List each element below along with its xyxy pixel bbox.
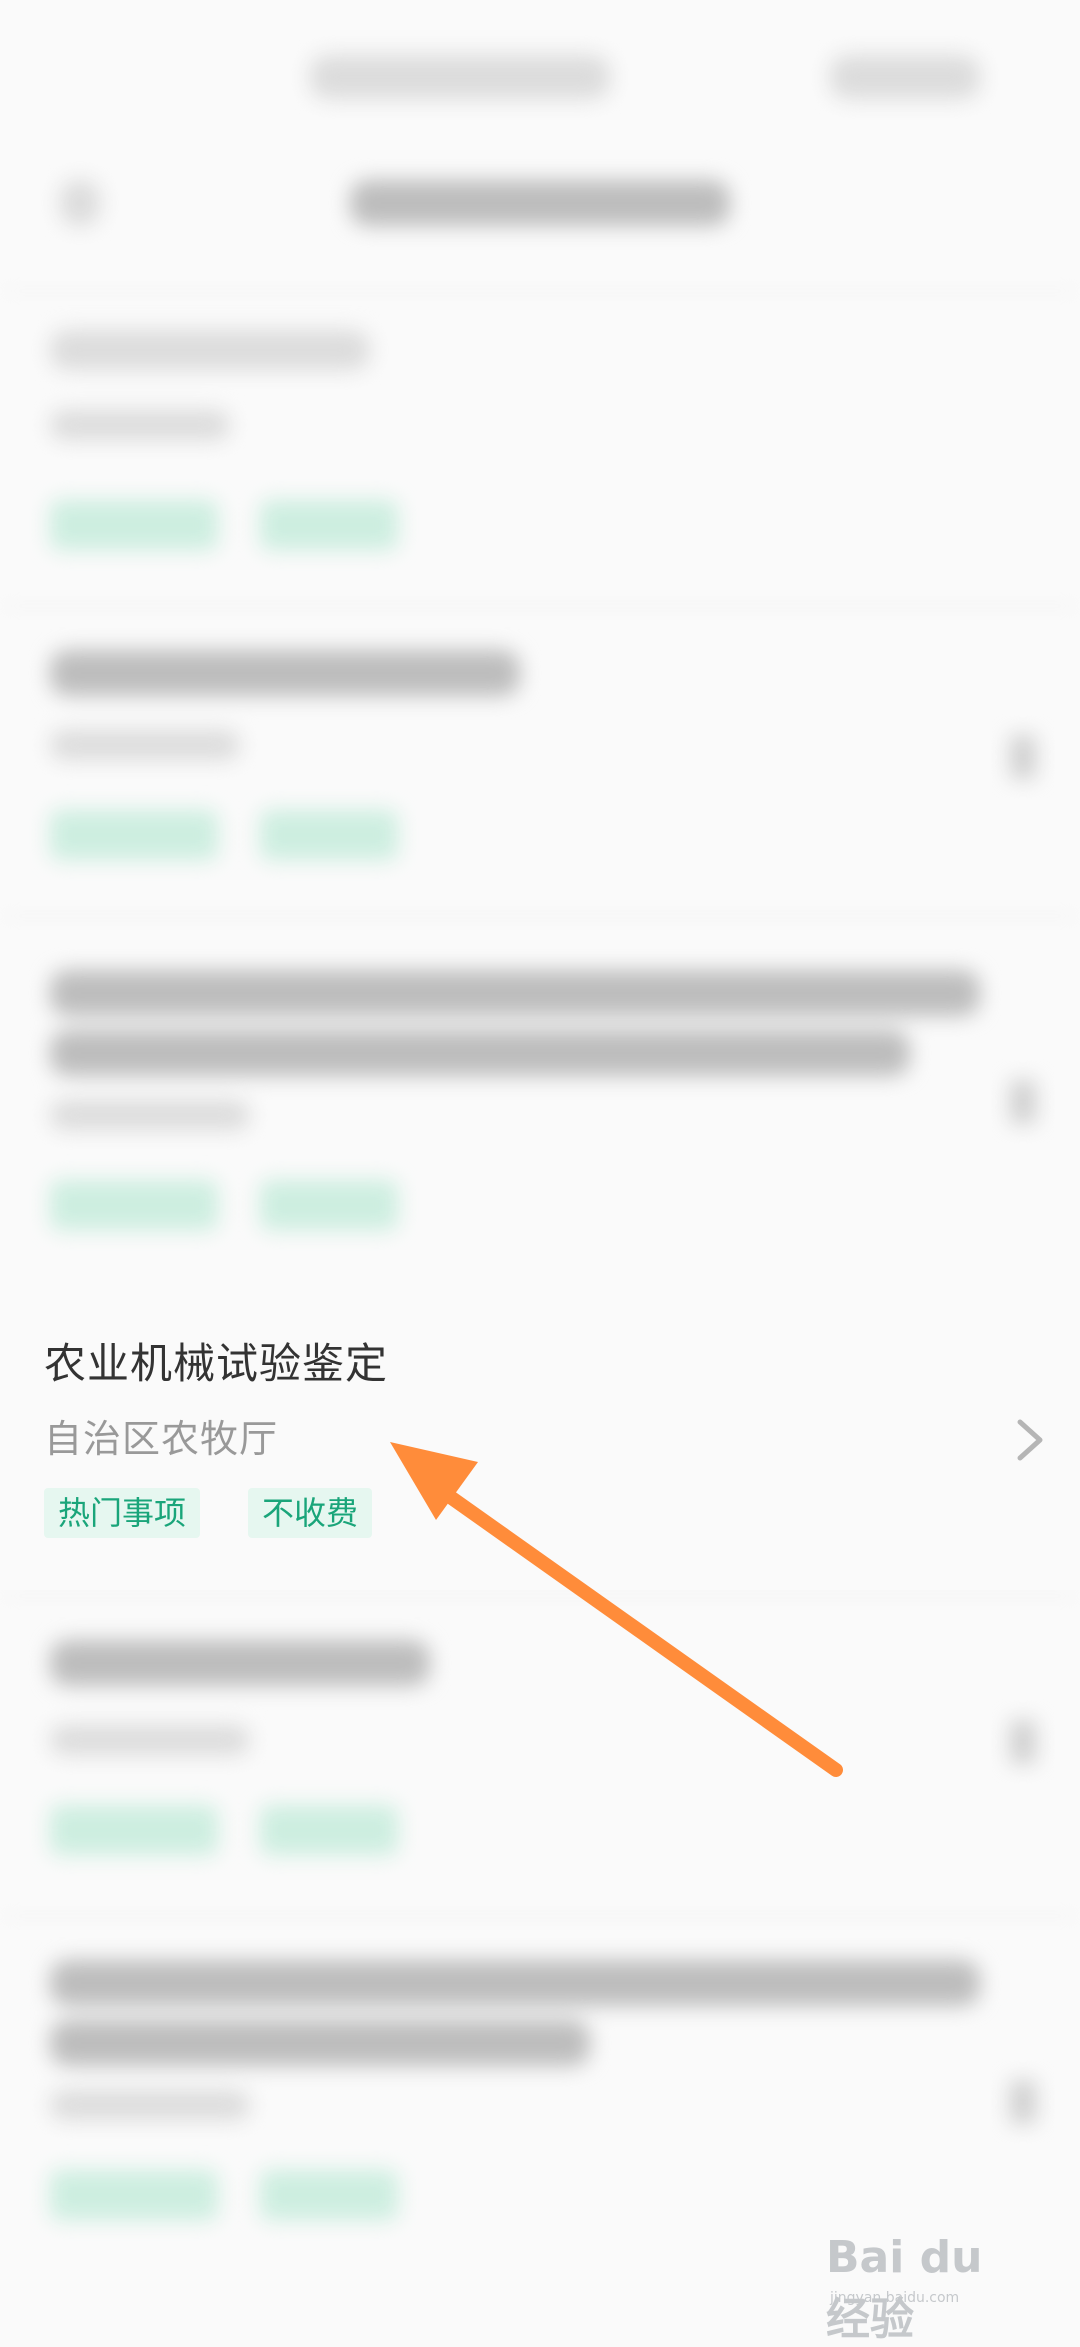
tag-hot-item: 热门事项 xyxy=(44,1488,201,1538)
blurred-item-1-tag-1 xyxy=(50,500,218,550)
tag-free: 不收费 xyxy=(248,1488,373,1538)
blurred-back-icon xyxy=(60,180,100,226)
blurred-header-search xyxy=(310,55,610,99)
blurred-item-3-tag-2 xyxy=(260,1180,398,1230)
blurred-item-5-tag-2 xyxy=(260,1805,398,1855)
blurred-header-divider xyxy=(0,290,1080,292)
blurred-item-5-tag-1 xyxy=(50,1805,218,1855)
blurred-item-2-dept xyxy=(50,730,240,760)
blurred-item-2-tag-1 xyxy=(50,810,218,860)
blurred-item-3-dept xyxy=(50,1100,250,1130)
blurred-item-5-chevron xyxy=(1010,1720,1036,1764)
item-department: 自治区农牧厅 xyxy=(44,1417,279,1461)
blurred-item-6-tag-1 xyxy=(50,2170,218,2220)
blurred-item-3-title-line-1 xyxy=(50,970,980,1016)
blurred-background xyxy=(0,0,1080,2340)
blurred-divider-1 xyxy=(0,605,1080,607)
blurred-item-5-dept xyxy=(50,1725,250,1755)
blurred-item-6-chevron xyxy=(1010,2080,1036,2124)
blurred-item-3-tag-1 xyxy=(50,1180,218,1230)
blurred-item-1-title xyxy=(50,330,370,370)
blurred-item-3-title-line-2 xyxy=(50,1030,910,1076)
blurred-item-2-tag-2 xyxy=(260,810,398,860)
chevron-right-icon xyxy=(1017,1419,1043,1461)
item-title: 农业机械试验鉴定 xyxy=(44,1339,389,1388)
blurred-item-1-dept xyxy=(50,410,230,440)
blurred-item-1-tag-2 xyxy=(260,500,398,550)
blurred-item-6-title-line-1 xyxy=(50,1960,980,2006)
blurred-item-3-chevron xyxy=(1010,1080,1036,1124)
blurred-item-6-title-line-2 xyxy=(50,2020,590,2066)
watermark-url: jingyan.baidu.com xyxy=(830,2290,960,2306)
blurred-divider-5 xyxy=(0,1915,1080,1917)
baidu-watermark: Bai du 经验 jingyan.baidu.com xyxy=(826,2210,1036,2345)
blurred-divider-2 xyxy=(0,915,1080,917)
service-list-item[interactable]: 农业机械试验鉴定 自治区农牧厅 热门事项 不收费 xyxy=(0,1310,1080,1590)
blurred-item-2-title xyxy=(50,650,520,696)
blurred-item-6-tag-2 xyxy=(260,2170,398,2220)
blurred-divider-4 xyxy=(0,1595,1080,1597)
blurred-item-2-chevron xyxy=(1010,735,1036,779)
blurred-header-action xyxy=(830,55,980,99)
blurred-item-6-dept xyxy=(50,2090,250,2120)
blurred-item-5-title xyxy=(50,1640,430,1686)
blurred-page-title xyxy=(350,180,730,226)
